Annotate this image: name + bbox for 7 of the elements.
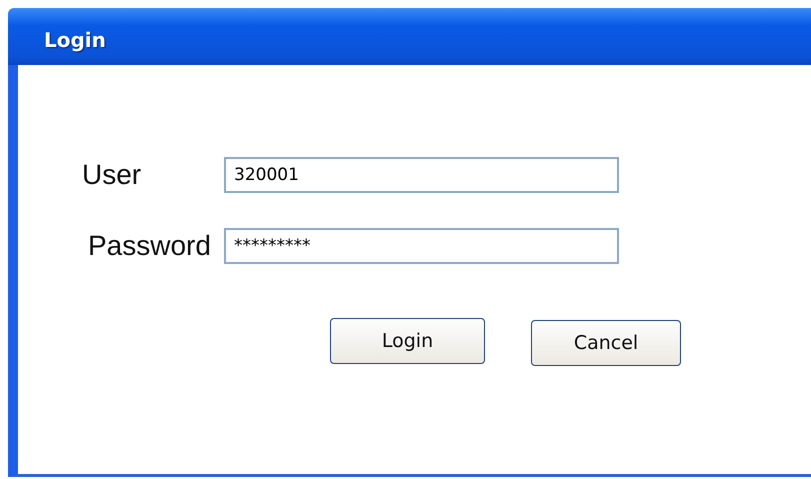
input-field[interactable]: ********* [224, 228, 619, 264]
window-title: Login [44, 28, 106, 52]
field-label: Password [87, 230, 212, 262]
field-label: User [81, 159, 142, 191]
input-field[interactable]: 320001 [224, 157, 619, 193]
cancel-button[interactable]: Cancel [531, 320, 681, 366]
login-button[interactable]: Login [330, 318, 485, 364]
